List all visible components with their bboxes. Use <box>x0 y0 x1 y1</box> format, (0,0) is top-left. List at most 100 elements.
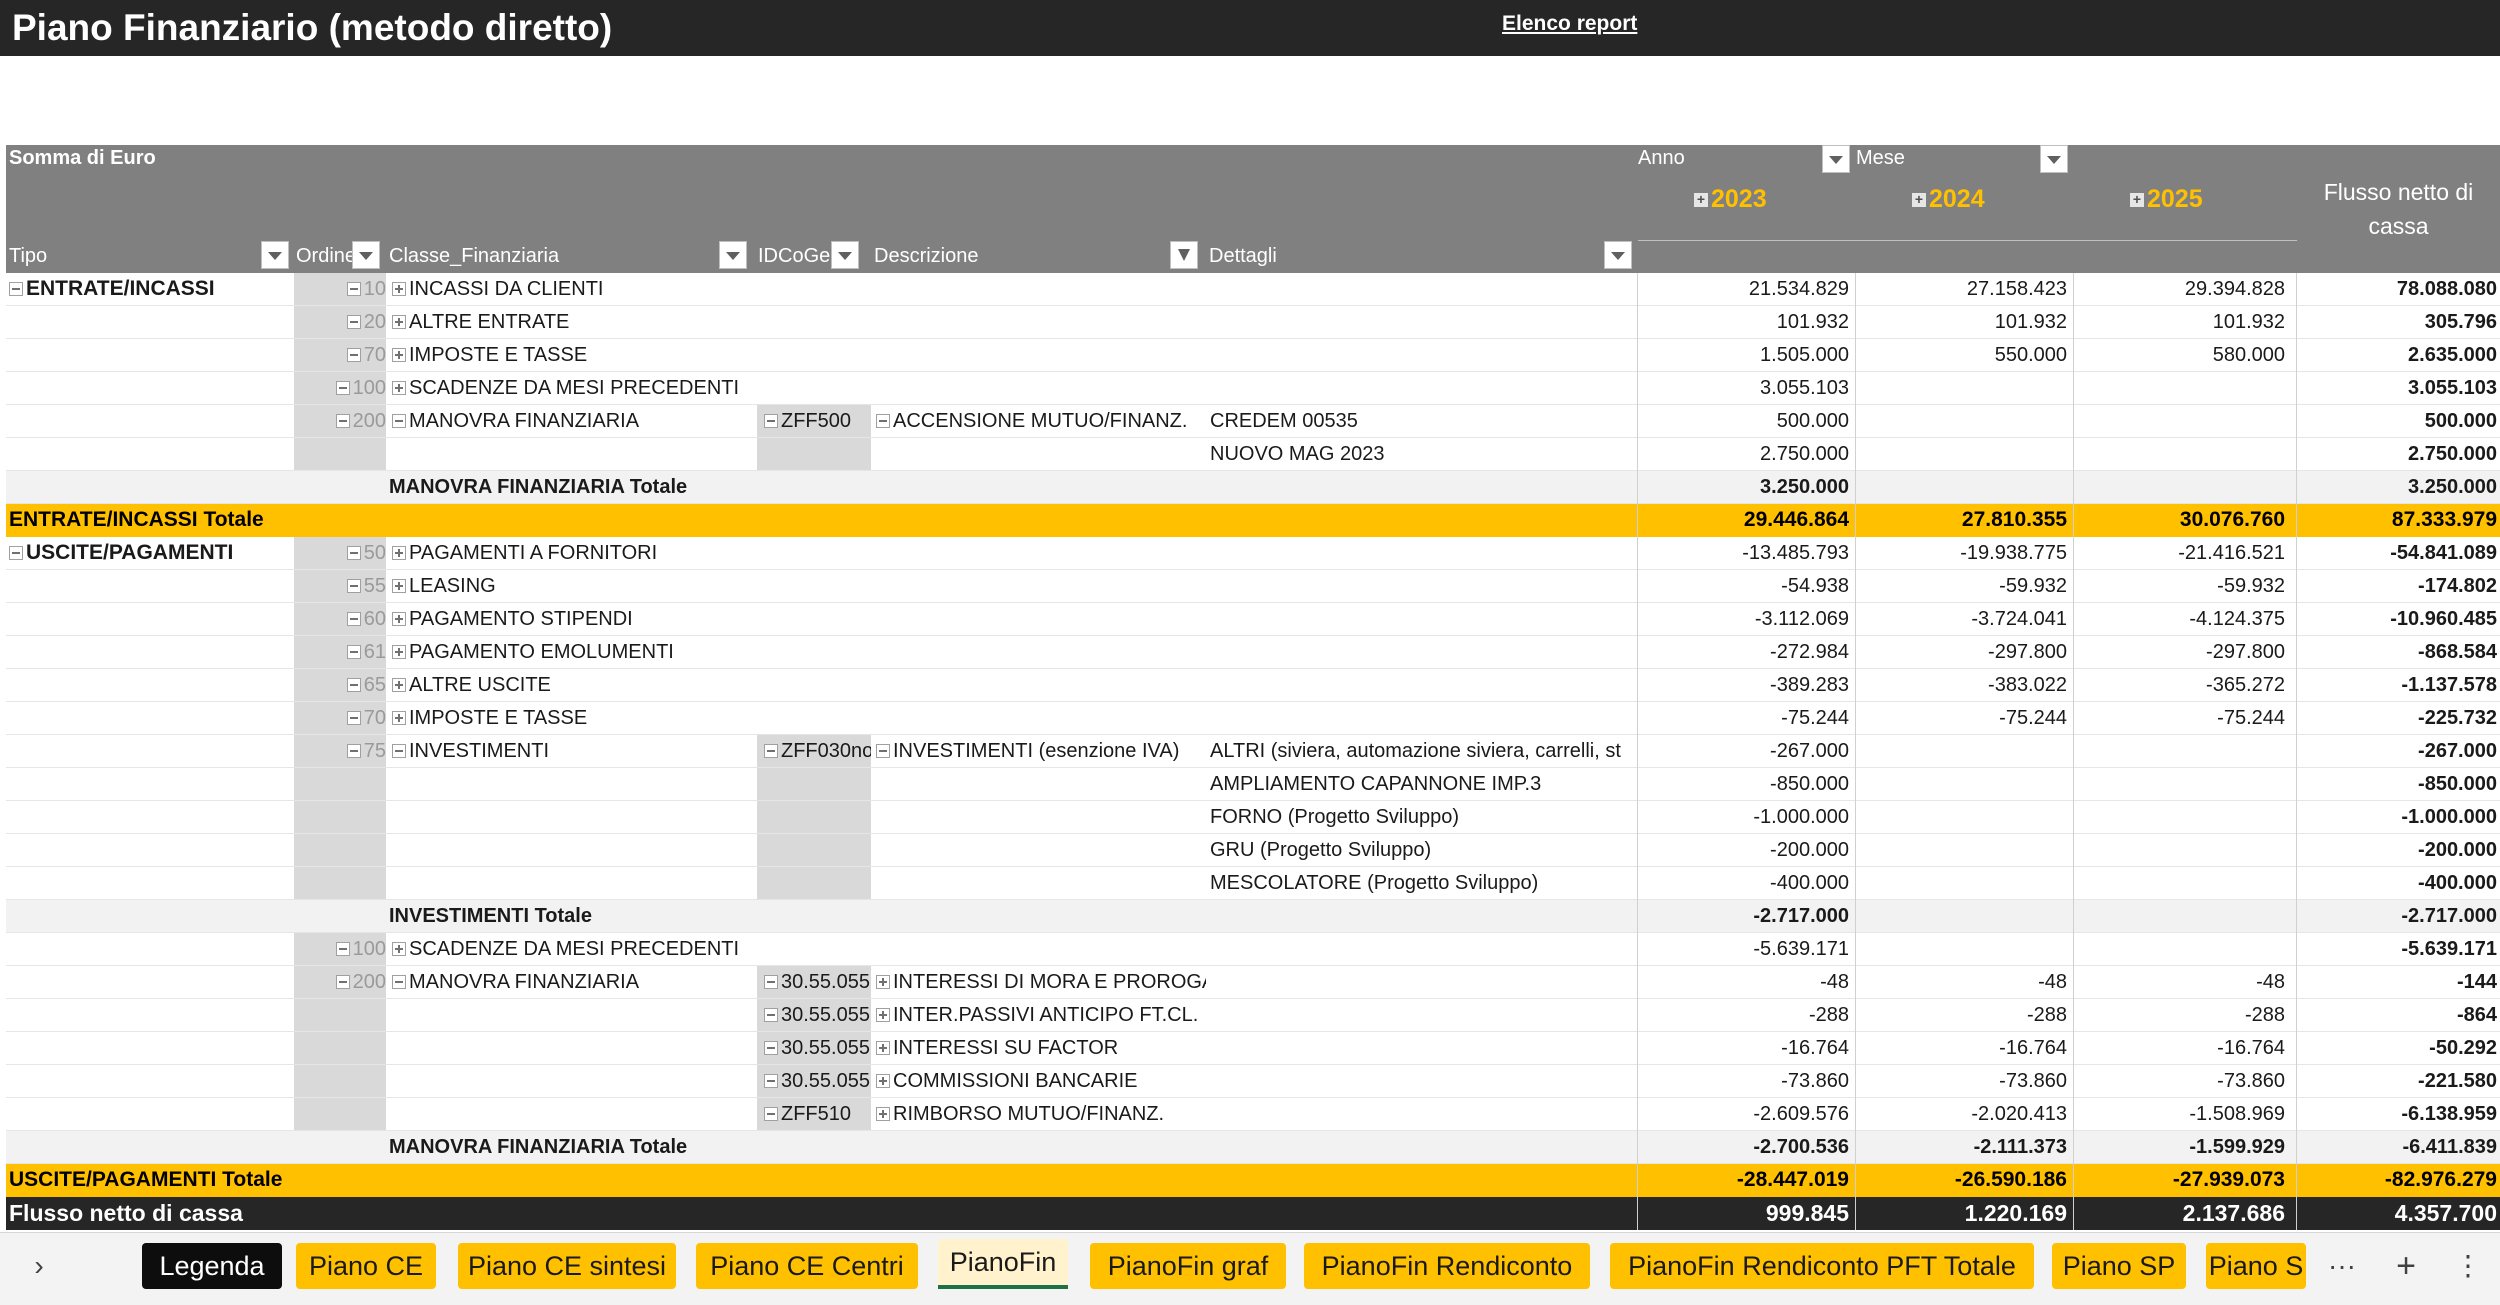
tab-pianofin-rendiconto[interactable]: PianoFin Rendiconto <box>1304 1243 1590 1289</box>
tab-piano-sp[interactable]: Piano SP <box>2052 1243 2186 1289</box>
collapse-icon[interactable] <box>876 414 890 428</box>
tab-piano-s[interactable]: Piano S <box>2206 1243 2306 1289</box>
collapse-icon[interactable] <box>392 744 406 758</box>
descrizione-cell[interactable]: INTER.PASSIVI ANTICIPO FT.CL. <box>876 999 1206 1031</box>
classe-cell[interactable]: ALTRE ENTRATE <box>392 306 752 338</box>
expand-icon[interactable] <box>392 645 406 659</box>
tab-piano-ce[interactable]: Piano CE <box>296 1243 436 1289</box>
expand-icon[interactable] <box>392 381 406 395</box>
expand-icon[interactable] <box>876 1074 890 1088</box>
ordine-filter-button[interactable] <box>352 241 380 269</box>
collapse-icon[interactable] <box>346 579 361 593</box>
expand-icon[interactable] <box>876 1041 890 1055</box>
classe-cell[interactable]: MANOVRA FINANZIARIA <box>392 405 752 437</box>
collapse-icon[interactable] <box>876 744 890 758</box>
more-vertical-icon[interactable]: ⋮ <box>2450 1243 2486 1289</box>
more-horizontal-icon[interactable]: ··· <box>2320 1243 2364 1289</box>
classe-cell[interactable]: IMPOSTE E TASSE <box>392 339 752 371</box>
tipo-filter-button[interactable] <box>261 241 289 269</box>
mese-filter-button[interactable] <box>2040 145 2068 173</box>
ordine-cell[interactable]: 20 <box>294 306 386 338</box>
expand-icon[interactable] <box>392 711 406 725</box>
classe-cell[interactable]: MANOVRA FINANZIARIA <box>392 966 752 998</box>
collapse-icon[interactable] <box>764 975 778 989</box>
collapse-icon[interactable] <box>346 612 361 626</box>
classe-cell[interactable]: IMPOSTE E TASSE <box>392 702 752 734</box>
expand-icon[interactable] <box>392 579 406 593</box>
collapse-icon[interactable] <box>764 1107 778 1121</box>
collapse-icon[interactable] <box>335 381 350 395</box>
expand-icon[interactable] <box>392 942 406 956</box>
ordine-cell[interactable]: 60 <box>294 603 386 635</box>
idcoge-filter-button[interactable] <box>831 241 859 269</box>
ordine-cell[interactable]: 10 <box>294 273 386 305</box>
tab-pianofin-rendiconto-pft-totale[interactable]: PianoFin Rendiconto PFT Totale <box>1610 1243 2034 1289</box>
tab-piano-ce-sintesi[interactable]: Piano CE sintesi <box>458 1243 676 1289</box>
descrizione-cell[interactable]: RIMBORSO MUTUO/FINANZ. <box>876 1098 1206 1130</box>
tab-piano-ce-centri[interactable]: Piano CE Centri <box>696 1243 918 1289</box>
classe-cell[interactable]: PAGAMENTO STIPENDI <box>392 603 752 635</box>
collapse-icon[interactable] <box>764 744 778 758</box>
ordine-cell[interactable]: 200 <box>294 966 386 998</box>
descrizione-cell[interactable]: INTERESSI SU FACTOR <box>876 1032 1206 1064</box>
collapse-icon[interactable] <box>346 315 361 329</box>
classe-cell[interactable]: PAGAMENTO EMOLUMENTI <box>392 636 752 668</box>
tipo-cell[interactable]: USCITE/PAGAMENTI <box>9 537 289 569</box>
ordine-cell[interactable]: 100 <box>294 933 386 965</box>
ordine-cell[interactable]: 70 <box>294 339 386 371</box>
descrizione-filter-funnel-icon[interactable] <box>1170 241 1198 269</box>
expand-icon[interactable]: + <box>2130 192 2144 207</box>
collapse-icon[interactable] <box>764 414 778 428</box>
dettagli-filter-button[interactable] <box>1604 241 1632 269</box>
idcoge-cell[interactable]: 30.55.055 <box>764 1065 871 1097</box>
year-2024-header[interactable]: +2024 <box>1912 185 1985 214</box>
tab-legenda[interactable]: Legenda <box>142 1243 282 1289</box>
descrizione-cell[interactable]: ACCENSIONE MUTUO/FINANZ. <box>876 405 1206 437</box>
descrizione-cell[interactable]: INTERESSI DI MORA E PROROGA <box>876 966 1206 998</box>
classe-cell[interactable]: ALTRE USCITE <box>392 669 752 701</box>
collapse-icon[interactable] <box>335 942 350 956</box>
ordine-cell[interactable]: 65 <box>294 669 386 701</box>
collapse-icon[interactable] <box>346 711 361 725</box>
collapse-icon[interactable] <box>392 975 406 989</box>
classe-cell[interactable]: INCASSI DA CLIENTI <box>392 273 752 305</box>
classe-cell[interactable]: INVESTIMENTI <box>392 735 752 767</box>
anno-filter-button[interactable] <box>1822 145 1850 173</box>
year-2023-header[interactable]: +2023 <box>1694 185 1767 214</box>
descrizione-cell[interactable]: COMMISSIONI BANCARIE <box>876 1065 1206 1097</box>
report-list-link[interactable]: Elenco report <box>1502 12 1637 36</box>
collapse-icon[interactable] <box>346 744 361 758</box>
idcoge-cell[interactable]: 30.55.055 <box>764 999 871 1031</box>
tipo-cell[interactable]: ENTRATE/INCASSI <box>9 273 289 305</box>
collapse-icon[interactable] <box>346 282 361 296</box>
year-2025-header[interactable]: +2025 <box>2130 185 2203 214</box>
expand-icon[interactable] <box>876 975 890 989</box>
collapse-icon[interactable] <box>764 1041 778 1055</box>
classe-cell[interactable]: SCADENZE DA MESI PRECEDENTI <box>392 933 752 965</box>
collapse-icon[interactable] <box>9 282 23 296</box>
expand-icon[interactable] <box>392 315 406 329</box>
classe-cell[interactable]: PAGAMENTI A FORNITORI <box>392 537 752 569</box>
collapse-icon[interactable] <box>335 975 350 989</box>
idcoge-cell[interactable]: 30.55.055 <box>764 966 871 998</box>
expand-icon[interactable] <box>876 1008 890 1022</box>
ordine-cell[interactable]: 55 <box>294 570 386 602</box>
expand-icon[interactable] <box>392 678 406 692</box>
idcoge-cell[interactable]: ZFF510 <box>764 1098 871 1130</box>
collapse-icon[interactable] <box>9 546 23 560</box>
idcoge-cell[interactable]: 30.55.055 <box>764 1032 871 1064</box>
expand-icon[interactable] <box>392 348 406 362</box>
ordine-cell[interactable]: 200 <box>294 405 386 437</box>
collapse-icon[interactable] <box>346 678 361 692</box>
expand-icon[interactable] <box>392 282 406 296</box>
expand-icon[interactable] <box>392 612 406 626</box>
ordine-cell[interactable]: 61 <box>294 636 386 668</box>
idcoge-cell[interactable]: ZFF500 <box>764 405 871 437</box>
tab-pianofin-graf[interactable]: PianoFin graf <box>1090 1243 1286 1289</box>
expand-icon[interactable]: + <box>1694 192 1708 207</box>
tab-pianofin[interactable]: PianoFin <box>938 1239 1068 1289</box>
collapse-icon[interactable] <box>392 414 406 428</box>
collapse-icon[interactable] <box>764 1074 778 1088</box>
collapse-icon[interactable] <box>346 645 361 659</box>
expand-icon[interactable]: + <box>1912 192 1926 207</box>
